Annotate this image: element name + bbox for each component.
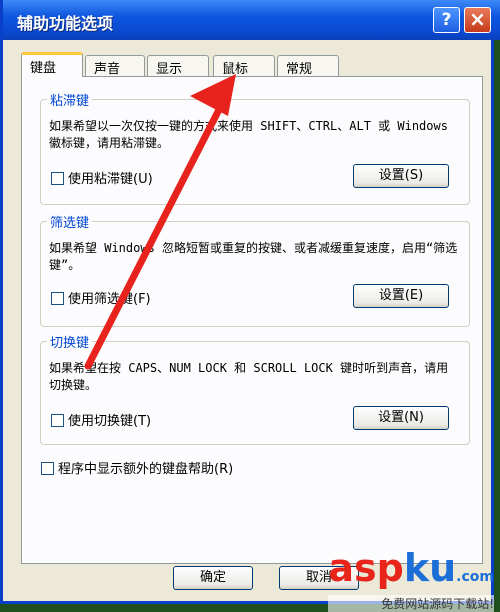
arrow-head [190, 74, 236, 116]
arrow-shaft [84, 88, 232, 370]
watermark-logo: aspku.com [328, 546, 494, 590]
annotation-arrow [84, 74, 236, 370]
site-watermark: aspku.com 免费网站源码下载站! [328, 548, 494, 612]
